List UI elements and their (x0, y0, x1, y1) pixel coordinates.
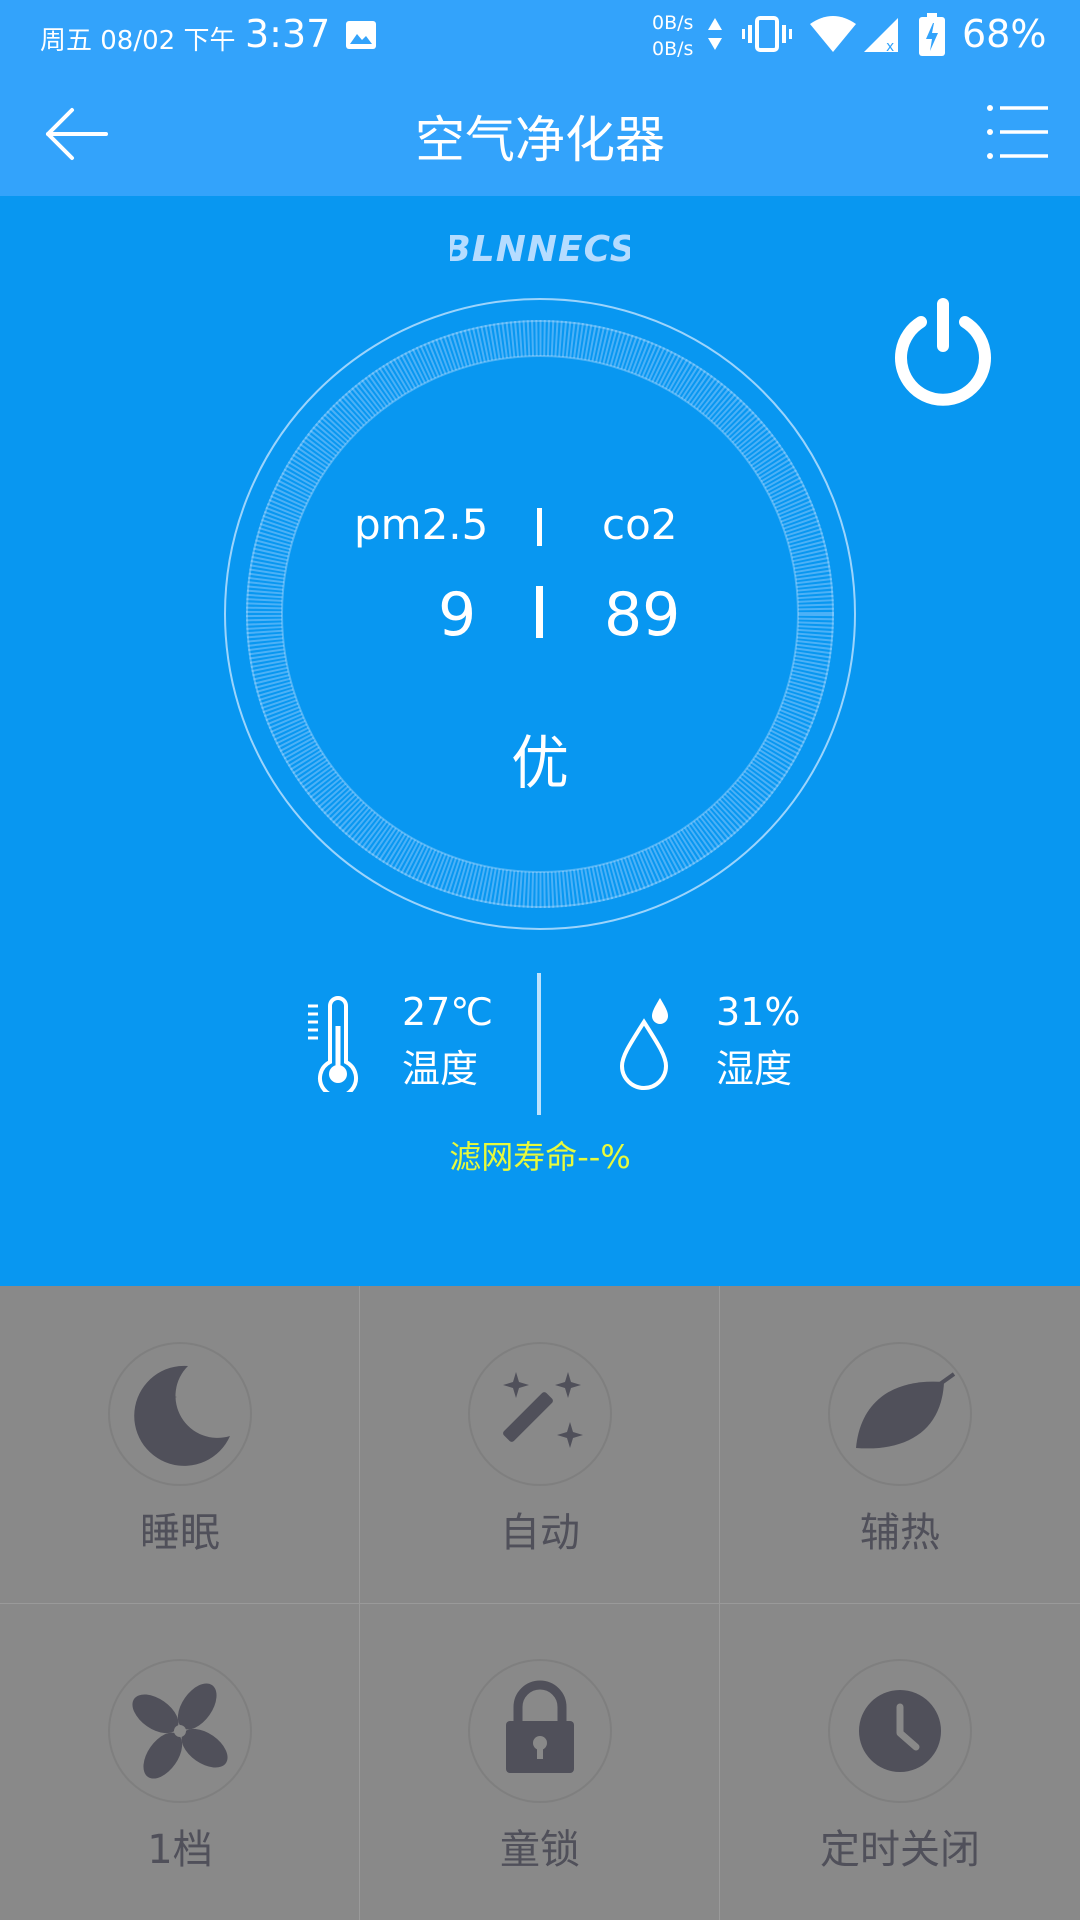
data-arrows-icon (708, 18, 722, 50)
mode-label: 1档 (147, 1827, 213, 1873)
mode-label: 自动 (500, 1510, 580, 1556)
mode-label: 童锁 (500, 1827, 580, 1873)
co2-value: 89 (604, 580, 681, 650)
svg-text:x: x (886, 39, 894, 54)
net-up-speed: 0B/s (652, 12, 694, 34)
mode-label: 睡眠 (140, 1510, 220, 1556)
water-drop-icon (619, 998, 669, 1090)
pm25-label: pm2.5 (354, 500, 489, 549)
page-title: 空气净化器 (415, 111, 665, 169)
vibrate-icon (742, 16, 792, 52)
fan-icon (132, 1683, 228, 1779)
net-down-speed: 0B/s (652, 38, 694, 60)
timer-off-button[interactable]: 定时关闭 (720, 1603, 1080, 1920)
air-quality-level: 优 (510, 729, 569, 797)
humidity-value: 31% (716, 990, 801, 1034)
child-lock-button[interactable]: 童锁 (360, 1603, 720, 1920)
thermometer-icon (308, 996, 358, 1092)
temperature-value: 27℃ (402, 990, 494, 1034)
fan-speed-button[interactable]: 1档 (0, 1603, 360, 1920)
clock-icon (859, 1690, 941, 1772)
menu-list-icon[interactable] (986, 100, 1050, 164)
battery-charging-icon (919, 13, 945, 56)
app-bar: 空气净化器 (0, 70, 1080, 196)
mode-auto-button[interactable]: 自动 (360, 1286, 720, 1603)
power-button[interactable] (888, 298, 998, 408)
co2-label: co2 (602, 500, 678, 549)
grid-divider (0, 1603, 1080, 1604)
temperature-label: 温度 (402, 1047, 479, 1091)
environment-divider (537, 973, 541, 1115)
mode-label: 辅热 (860, 1510, 940, 1556)
lock-icon (506, 1680, 574, 1773)
moon-icon (134, 1365, 230, 1466)
magic-wand-icon (503, 1372, 583, 1448)
leaf-icon (856, 1372, 956, 1449)
mode-sleep-button[interactable]: 睡眠 (0, 1286, 360, 1603)
filter-life: 滤网寿命--% (449, 1138, 631, 1176)
status-time: 3:37 (245, 12, 331, 56)
network-speed: 0B/s 0B/s (652, 10, 693, 62)
metric-divider (537, 508, 542, 546)
brand-logo: BLNNECS (450, 229, 630, 270)
mode-heat-button[interactable]: 辅热 (720, 1286, 1080, 1603)
status-date: 周五 08/02 下午 (40, 26, 236, 56)
wifi-icon (810, 16, 856, 52)
mode-label: 定时关闭 (820, 1827, 980, 1873)
status-bar: 周五 08/02 下午 3:37 0B/s 0B/s x 68% (0, 0, 1080, 70)
signal-icon: x (864, 18, 898, 54)
image-notification-icon (346, 21, 376, 49)
humidity-label: 湿度 (716, 1047, 793, 1091)
value-divider (536, 586, 543, 638)
svg-text:BLNNECS: BLNNECS (450, 229, 630, 270)
pm25-value: 9 (438, 580, 477, 650)
battery-percent: 68% (962, 12, 1047, 56)
